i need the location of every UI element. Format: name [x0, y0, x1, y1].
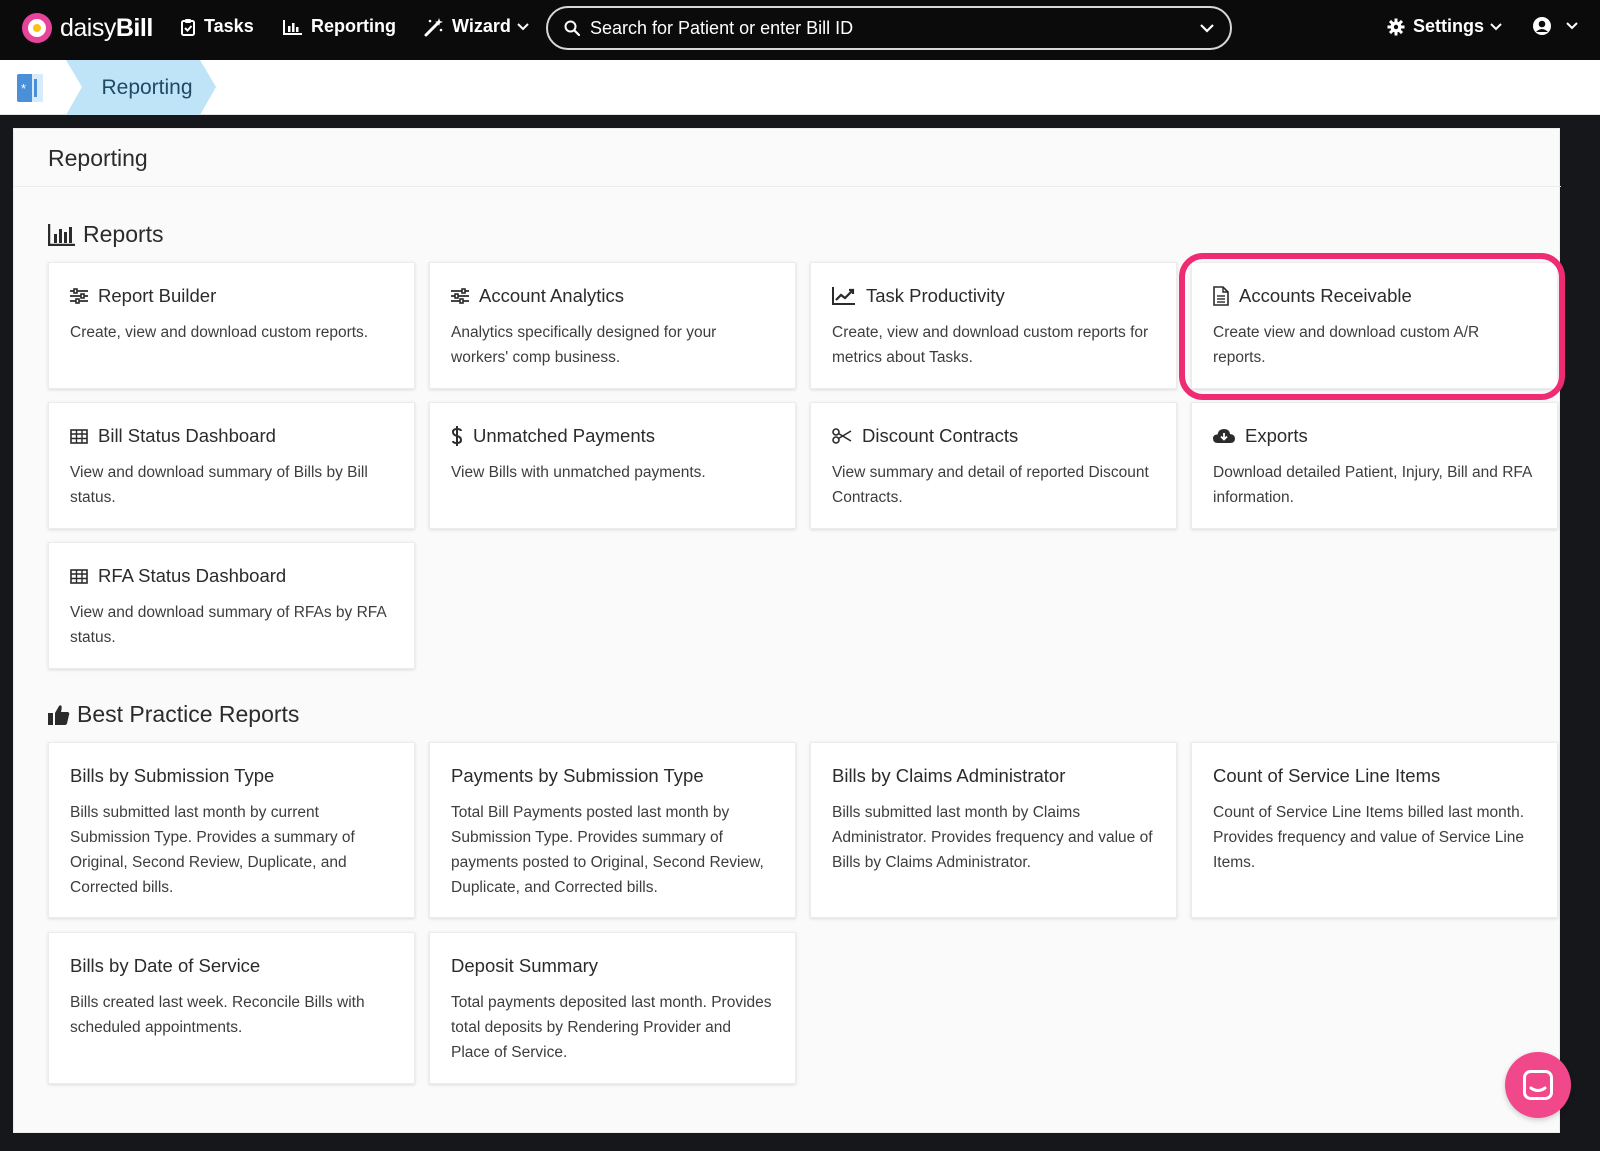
- nav-reporting[interactable]: Reporting: [283, 16, 396, 37]
- cloud-download-icon: [1213, 429, 1235, 443]
- reports-section-title: Reports: [48, 221, 164, 248]
- card-bills-by-claims-administrator[interactable]: Bills by Claims Administrator Bills subm…: [810, 742, 1177, 918]
- card-title: Accounts Receivable: [1239, 285, 1412, 306]
- daisybill-logo[interactable]: daisyBill: [22, 13, 153, 43]
- card-description: Create, view and download custom reports…: [70, 324, 369, 341]
- nav-tasks-label: Tasks: [204, 16, 254, 36]
- dollar-icon: [451, 426, 463, 446]
- top-navbar: daisyBill Tasks Reporting Wizard Setting…: [0, 0, 1600, 60]
- card-title: Discount Contracts: [862, 425, 1019, 446]
- breadcrumb: * Reporting: [0, 60, 1600, 115]
- user-circle-icon: [1533, 17, 1551, 35]
- card-title: Report Builder: [98, 285, 217, 306]
- dashboard-home-icon[interactable]: *: [17, 74, 43, 102]
- search-input[interactable]: [590, 17, 1200, 39]
- card-description: Bills submitted last month by Claims Adm…: [832, 804, 1153, 871]
- divider: [14, 186, 1561, 187]
- card-title: Bills by Date of Service: [70, 955, 261, 976]
- breadcrumb-reporting[interactable]: Reporting: [66, 60, 216, 115]
- card-title: Task Productivity: [866, 285, 1005, 306]
- magic-wand-icon: [424, 17, 443, 36]
- bar-chart-icon: [48, 223, 75, 246]
- search-bar[interactable]: [546, 6, 1232, 50]
- chat-launcher-button[interactable]: [1505, 1052, 1571, 1118]
- card-accounts-receivable[interactable]: Accounts Receivable Create view and down…: [1191, 262, 1558, 389]
- card-description: View summary and detail of reported Disc…: [832, 464, 1149, 506]
- card-title: Count of Service Line Items: [1213, 765, 1441, 786]
- card-title: Unmatched Payments: [473, 425, 656, 446]
- scissors-icon: [832, 428, 852, 444]
- line-chart-icon: [832, 287, 855, 305]
- thumbs-up-icon: [48, 704, 70, 725]
- card-report-builder[interactable]: Report Builder Create, view and download…: [48, 262, 415, 389]
- card-description: Total Bill Payments posted last month by…: [451, 804, 764, 896]
- sliders-icon: [451, 288, 469, 304]
- card-description: Total payments deposited last month. Pro…: [451, 994, 772, 1061]
- clipboard-check-icon: [181, 18, 195, 36]
- chevron-down-icon: [517, 22, 529, 30]
- card-title: Account Analytics: [479, 285, 624, 306]
- card-title: Payments by Submission Type: [451, 765, 704, 786]
- table-icon: [70, 568, 88, 584]
- nav-tasks[interactable]: Tasks: [180, 16, 254, 37]
- nav-wizard-label: Wizard: [452, 16, 511, 36]
- gear-icon: [1387, 18, 1405, 35]
- nav-reporting-label: Reporting: [311, 16, 396, 36]
- card-description: View and download summary of Bills by Bi…: [70, 464, 368, 506]
- nav-settings-label: Settings: [1413, 16, 1485, 36]
- card-description: View Bills with unmatched payments.: [451, 464, 706, 481]
- reporting-panel: Reporting Reports Report Builder Create,…: [13, 128, 1561, 1133]
- card-title: Bills by Submission Type: [70, 765, 275, 786]
- card-title: Exports: [1245, 425, 1308, 446]
- best-practice-section-label: Best Practice Reports: [77, 701, 300, 727]
- card-payments-by-submission-type[interactable]: Payments by Submission Type Total Bill P…: [429, 742, 796, 918]
- card-description: Download detailed Patient, Injury, Bill …: [1213, 464, 1532, 506]
- card-description: Count of Service Line Items billed last …: [1213, 804, 1525, 871]
- chat-icon: [1523, 1070, 1553, 1100]
- card-discount-contracts[interactable]: Discount Contracts View summary and deta…: [810, 402, 1177, 529]
- chevron-down-icon: [1566, 22, 1578, 30]
- logo-text: daisyBill: [60, 13, 153, 42]
- card-bill-status-dashboard[interactable]: Bill Status Dashboard View and download …: [48, 402, 415, 529]
- card-exports[interactable]: Exports Download detailed Patient, Injur…: [1191, 402, 1558, 529]
- sliders-icon: [70, 288, 88, 304]
- card-description: Create, view and download custom reports…: [832, 324, 1149, 366]
- user-menu[interactable]: [1532, 16, 1586, 36]
- card-description: Bills created last week. Reconcile Bills…: [70, 994, 365, 1036]
- card-title: Bill Status Dashboard: [98, 425, 276, 446]
- card-title: Bills by Claims Administrator: [832, 765, 1066, 786]
- card-bills-by-submission-type[interactable]: Bills by Submission Type Bills submitted…: [48, 742, 415, 918]
- card-deposit-summary[interactable]: Deposit Summary Total payments deposited…: [429, 932, 796, 1084]
- bar-chart-icon: [283, 19, 302, 35]
- card-count-of-service-line-items[interactable]: Count of Service Line Items Count of Ser…: [1191, 742, 1558, 918]
- card-bills-by-date-of-service[interactable]: Bills by Date of Service Bills created l…: [48, 932, 415, 1084]
- card-description: Analytics specifically designed for your…: [451, 324, 717, 366]
- card-title: RFA Status Dashboard: [98, 565, 287, 586]
- best-practice-section-title: Best Practice Reports: [48, 701, 299, 728]
- card-description: View and download summary of RFAs by RFA…: [70, 604, 386, 646]
- svg-text:*: *: [21, 81, 26, 96]
- search-icon: [564, 20, 580, 36]
- card-description: Create view and download custom A/R repo…: [1213, 324, 1480, 366]
- card-task-productivity[interactable]: Task Productivity Create, view and downl…: [810, 262, 1177, 389]
- reports-section-label: Reports: [83, 221, 164, 247]
- daisy-flower-icon: [22, 13, 52, 43]
- nav-settings[interactable]: Settings: [1387, 16, 1510, 37]
- table-icon: [70, 428, 88, 444]
- card-rfa-status-dashboard[interactable]: RFA Status Dashboard View and download s…: [48, 542, 415, 669]
- search-dropdown-chevron-icon[interactable]: [1200, 23, 1214, 33]
- document-icon: [1213, 286, 1229, 306]
- page-title: Reporting: [48, 145, 148, 171]
- card-unmatched-payments[interactable]: Unmatched Payments View Bills with unmat…: [429, 402, 796, 529]
- card-title: Deposit Summary: [451, 955, 599, 976]
- card-description: Bills submitted last month by current Su…: [70, 804, 355, 896]
- nav-wizard[interactable]: Wizard: [424, 16, 537, 37]
- card-account-analytics[interactable]: Account Analytics Analytics specifically…: [429, 262, 796, 389]
- chevron-down-icon: [1490, 22, 1502, 30]
